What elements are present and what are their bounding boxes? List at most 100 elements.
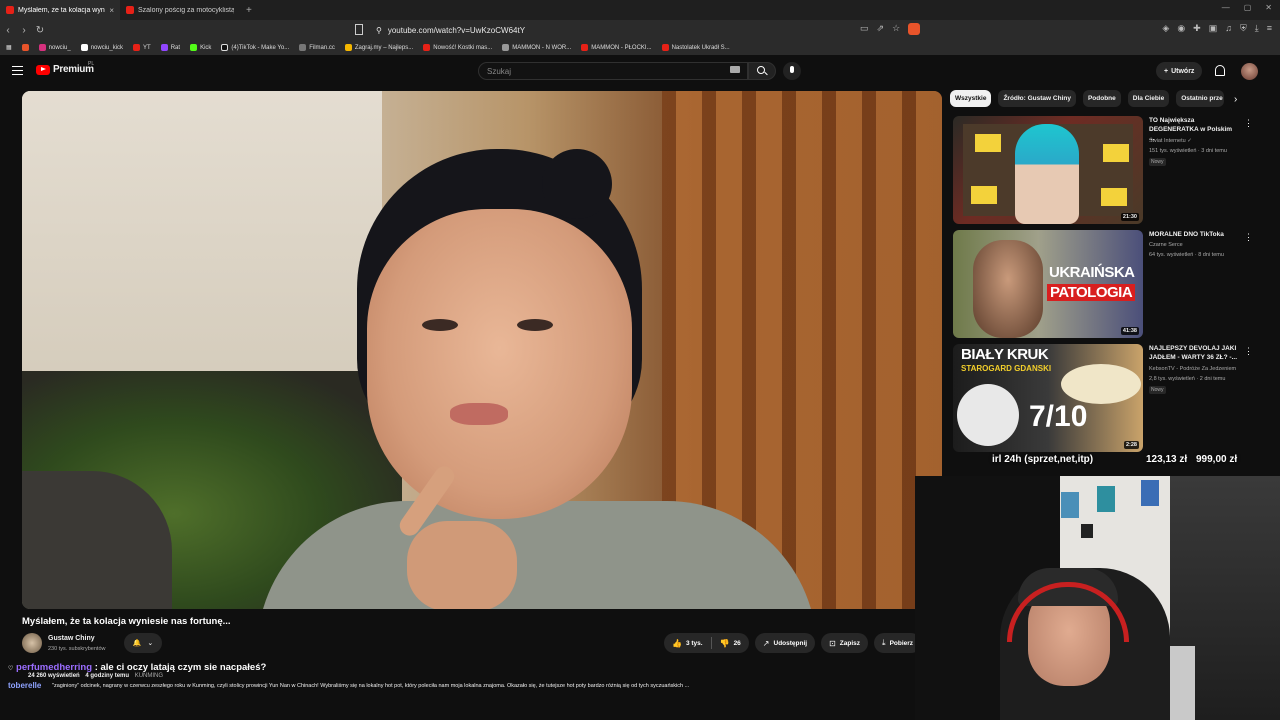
create-button[interactable]: + Utwórz [1156, 62, 1203, 80]
browser-tabbar: Myślałem, że ta kolacja wynie... × Szalo… [0, 0, 1280, 20]
new-tab-icon[interactable]: + [240, 5, 258, 16]
bookmark-item[interactable]: Zagraj.my – Najleps... [344, 44, 413, 51]
thumbs-up-icon[interactable]: 👍 [672, 639, 682, 648]
url-field[interactable]: ⚲ youtube.com/watch?v=UwKzoCW64tY [370, 22, 850, 38]
close-tab-icon[interactable]: × [109, 6, 114, 15]
bookmark-item[interactable]: Nastolatek Ukradł S... [661, 44, 730, 51]
brave-shields-icon[interactable] [908, 23, 921, 35]
download-button[interactable]: ⤓ Pobierz [874, 633, 922, 653]
extensions-puzzle-icon[interactable]: ✚ [1193, 23, 1201, 34]
more-options-icon[interactable]: ⋮ [1244, 118, 1253, 129]
hamburger-menu-icon[interactable] [12, 66, 23, 75]
recommendation-channel[interactable]: KebsonTV - Podróże Za Jedzeniem [1149, 366, 1236, 372]
youtube-play-icon [36, 64, 50, 75]
voice-search-icon[interactable] [783, 62, 801, 80]
bookmark-item[interactable]: MAMMON - N WOR... [502, 44, 571, 51]
save-button[interactable]: ⊡ Zapisz [821, 633, 869, 653]
bookmark-item[interactable]: Kick [190, 44, 211, 51]
video-frame-hair-bun [542, 149, 612, 219]
minimize-icon[interactable]: — [1222, 3, 1230, 12]
youtube-header: Premium PL Szukaj + Utwórz [0, 56, 1280, 88]
notifications-bell-icon[interactable] [1215, 65, 1225, 76]
chip-for-you[interactable]: Dla Ciebie [1127, 90, 1170, 107]
thumbnail-text: STAROGARD GDANSKI [961, 364, 1052, 373]
video-thumbnail[interactable]: BIAŁY KRUK STAROGARD GDANSKI 7/10 2:28 [953, 344, 1143, 452]
bookmark-star-icon[interactable]: ☆ [892, 23, 900, 35]
bookmark-item[interactable]: Filman.cc [299, 44, 335, 51]
chip-related[interactable]: Podobne [1082, 90, 1121, 107]
site-info-icon[interactable]: ⚲ [376, 26, 382, 35]
back-icon[interactable]: ‹ [0, 25, 16, 36]
channel-avatar[interactable] [22, 633, 42, 653]
bookmark-item[interactable]: YT [133, 44, 151, 51]
recommendation-title[interactable]: MORALNE DNO TikToka [1149, 230, 1239, 239]
video-frame-hoodie [257, 501, 817, 609]
account-avatar[interactable] [1241, 63, 1258, 80]
thumb-person [1015, 124, 1079, 224]
extension-icon[interactable]: ◈ [1162, 23, 1169, 34]
recommendation-item[interactable]: UKRAIŃSKA PATOLOGIA 41:38 MORALNE DNO Ti… [950, 230, 1253, 342]
recommendation-channel[interactable]: Świat Internetu ✓ [1149, 138, 1192, 144]
video-actions: 👍 3 tys. 👎 26 ↗ Udostępnij ⊡ Zapisz ⤓ Po… [664, 633, 922, 653]
window-controls: — ▢ ✕ [1222, 3, 1272, 12]
video-thumbnail[interactable]: 21:30 [953, 116, 1143, 224]
apps-grid-icon[interactable]: ▦ [6, 44, 12, 51]
channel-label: Świat Internetu [1149, 138, 1186, 144]
video-frame-face [367, 209, 632, 519]
bookmark-item[interactable]: MAMMON - PŁOCKI... [581, 44, 652, 51]
vpn-icon[interactable]: ⛨ [1240, 23, 1247, 34]
chat-text: : ale ci oczy latają czym sie nacpałeś? [94, 662, 267, 673]
tab-title: Myślałem, że ta kolacja wynie... [18, 6, 106, 14]
reload-icon[interactable]: ↻ [32, 25, 48, 36]
download-label: Pobierz [889, 639, 914, 647]
cast-icon[interactable]: ▭ [860, 23, 869, 35]
wallet-icon[interactable]: ▣ [1209, 23, 1218, 34]
bookmark-item[interactable]: nowciu_kick [80, 44, 123, 51]
share-button[interactable]: ↗ Udostępnij [754, 633, 816, 653]
recommendation-item[interactable]: BIAŁY KRUK STAROGARD GDANSKI 7/10 2:28 N… [950, 344, 1253, 456]
recommendation-title[interactable]: NAJLEPSZY DEVOLAJ JAKI JADŁEM - WARTY 36… [1149, 344, 1239, 362]
thumbnail-text: PATOLOGIA [1047, 284, 1136, 301]
close-window-icon[interactable]: ✕ [1265, 3, 1272, 12]
search-input[interactable]: Szukaj [478, 62, 748, 80]
video-thumbnail[interactable]: UKRAIŃSKA PATOLOGIA 41:38 [953, 230, 1143, 338]
youtube-logo[interactable]: Premium PL [36, 61, 95, 75]
sticky-note [1101, 188, 1127, 206]
thumbs-down-icon[interactable]: 👎 [720, 639, 730, 648]
recommendation-channel[interactable]: Czarne Serce [1149, 242, 1183, 248]
forward-icon[interactable]: › [16, 25, 32, 36]
more-options-icon[interactable]: ⋮ [1244, 346, 1253, 357]
bookmark-item[interactable] [21, 44, 29, 51]
subscribed-notifications-button[interactable]: 🔔 ⌄ [124, 633, 162, 653]
browser-tab[interactable]: Szalony pościg za motocyklistą po m... [120, 0, 240, 20]
recommendation-meta: 2,8 tys. wyświetleń · 2 dni temu [1149, 376, 1226, 382]
cam-poster [1097, 486, 1115, 512]
location-tag[interactable]: KUNMING [135, 673, 163, 679]
share-page-icon[interactable]: ⇗ [877, 23, 885, 35]
bookmark-item[interactable]: Nowość! Kostki mas... [423, 44, 492, 51]
recommendation-item[interactable]: 21:30 TO Największa DEGENERATKA w Polski… [950, 116, 1253, 228]
menu-icon[interactable]: ≡ [1267, 23, 1272, 34]
like-dislike-button[interactable]: 👍 3 tys. 👎 26 [664, 633, 749, 653]
logo-country: PL [88, 61, 95, 67]
browser-tab-active[interactable]: Myślałem, że ta kolacja wynie... × [0, 0, 120, 20]
bookmark-page-icon[interactable] [355, 24, 363, 35]
channel-name[interactable]: Gustaw Chiny [48, 635, 95, 642]
chip-from-channel[interactable]: Źródło: Gustaw Chiny [998, 90, 1076, 107]
chevron-right-icon[interactable]: › [1234, 94, 1237, 105]
music-icon[interactable]: ♫ [1225, 23, 1232, 34]
extension-icon[interactable]: ◉ [1177, 23, 1185, 34]
chat-message: ♡ perfumedherring : ale ci oczy latają c… [8, 662, 266, 673]
chip-recently-uploaded[interactable]: Ostatnio prze [1176, 90, 1225, 107]
new-badge: Nowy [1149, 386, 1166, 394]
bookmark-item[interactable]: nowciu_ [38, 44, 71, 51]
bookmark-item[interactable]: Rat [160, 44, 180, 51]
more-options-icon[interactable]: ⋮ [1244, 232, 1253, 243]
keyboard-icon[interactable] [730, 66, 740, 73]
bookmark-item[interactable]: (4)TikTok - Make Yo... [221, 44, 289, 51]
maximize-icon[interactable]: ▢ [1244, 3, 1252, 12]
chip-all[interactable]: Wszystkie [950, 90, 992, 107]
bell-icon: 🔔 [132, 640, 142, 647]
download-icon[interactable]: ⤓ [1255, 23, 1259, 34]
video-player[interactable] [22, 91, 942, 609]
